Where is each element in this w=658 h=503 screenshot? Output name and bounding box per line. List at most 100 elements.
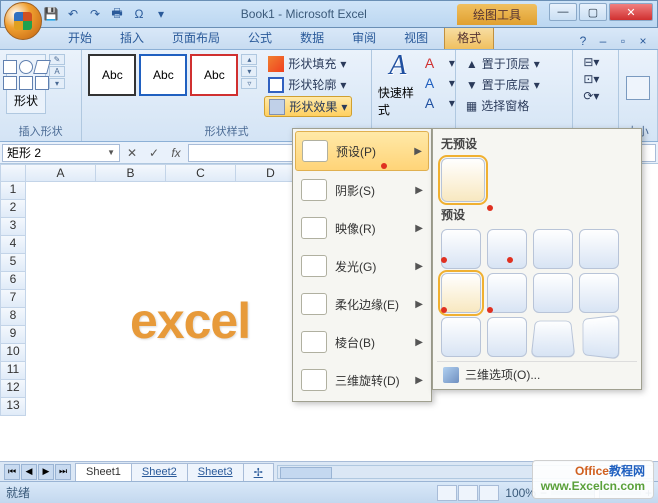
preset-thumb[interactable] xyxy=(487,317,527,357)
close-button[interactable]: ✕ xyxy=(609,3,653,21)
shape-fill-button[interactable]: 形状填充 ▾ xyxy=(264,54,352,73)
tab-insert[interactable]: 插入 xyxy=(108,26,156,49)
gallery-more-icon[interactable]: ▿ xyxy=(241,78,257,89)
watermark-text: excel xyxy=(130,292,250,350)
menu-3d-rotation[interactable]: 三维旋转(D)▶ xyxy=(295,361,429,399)
qat-redo-icon[interactable]: ↷ xyxy=(85,4,105,24)
view-break-icon[interactable] xyxy=(479,485,499,501)
sheet-first-icon[interactable]: ⏮ xyxy=(4,464,20,480)
sheet-tab[interactable]: Sheet3 xyxy=(187,463,244,481)
text-fill-button[interactable]: A▾ xyxy=(421,54,459,72)
shape-effects-button[interactable]: 形状效果 ▾ xyxy=(264,96,352,117)
col-header[interactable]: C xyxy=(166,164,236,182)
row-header[interactable]: 6 xyxy=(0,272,26,290)
maximize-button[interactable]: ▢ xyxy=(579,3,607,21)
selection-pane-button[interactable]: ▦ 选择窗格 xyxy=(462,96,544,115)
menu-glow[interactable]: 发光(G)▶ xyxy=(295,247,429,285)
preset-thumb[interactable] xyxy=(583,315,620,360)
preset-thumb[interactable] xyxy=(533,273,573,313)
view-normal-icon[interactable] xyxy=(437,485,457,501)
preset-more-options[interactable]: 三维选项(O)... xyxy=(437,361,637,387)
preset-thumb[interactable] xyxy=(579,229,619,269)
row-header[interactable]: 3 xyxy=(0,218,26,236)
style-abc-2[interactable]: Abc xyxy=(139,54,187,96)
menu-preset[interactable]: 预设(P)▶ xyxy=(295,131,429,171)
row-header[interactable]: 8 xyxy=(0,308,26,326)
qat-omega-icon[interactable]: Ω xyxy=(129,4,149,24)
row-header[interactable]: 13 xyxy=(0,398,26,416)
shapes-text-icon[interactable]: A xyxy=(49,66,65,77)
menu-soft-edge[interactable]: 柔化边缘(E)▶ xyxy=(295,285,429,323)
menu-shadow[interactable]: 阴影(S)▶ xyxy=(295,171,429,209)
gallery-up-icon[interactable]: ▴ xyxy=(241,54,257,65)
rotate-button[interactable]: ⟳▾ xyxy=(579,88,603,104)
tab-format[interactable]: 格式 xyxy=(444,25,494,49)
sheet-tab[interactable]: Sheet1 xyxy=(75,463,132,481)
sheet-new-icon[interactable]: ✢ xyxy=(243,463,274,481)
qat-undo-icon[interactable]: ↶ xyxy=(63,4,83,24)
shapes-button[interactable]: 形状 xyxy=(6,54,46,114)
quick-style-button[interactable]: A 快速样式 xyxy=(378,54,418,114)
ribbon-help-icon[interactable]: ? xyxy=(574,33,592,49)
sheet-tab[interactable]: Sheet2 xyxy=(131,463,188,481)
minimize-button[interactable]: — xyxy=(549,3,577,21)
tab-formula[interactable]: 公式 xyxy=(236,26,284,49)
preset-none-thumb[interactable] xyxy=(441,158,485,202)
send-back-button[interactable]: ▼ 置于底层 ▾ xyxy=(462,75,544,94)
ribbon-close-icon[interactable]: × xyxy=(634,33,652,49)
menu-reflect[interactable]: 映像(R)▶ xyxy=(295,209,429,247)
office-button[interactable] xyxy=(4,2,42,40)
size-icon[interactable] xyxy=(626,76,650,100)
text-outline-button[interactable]: A▾ xyxy=(421,74,459,92)
preset-thumb[interactable] xyxy=(533,229,573,269)
bring-front-button[interactable]: ▲ 置于顶层 ▾ xyxy=(462,54,544,73)
preset-thumb[interactable] xyxy=(487,273,527,313)
text-effect-button[interactable]: A▾ xyxy=(421,94,459,112)
menu-bevel[interactable]: 棱台(B)▶ xyxy=(295,323,429,361)
fx-cancel-icon[interactable]: ✕ xyxy=(122,144,142,162)
sheet-prev-icon[interactable]: ◀ xyxy=(21,464,37,480)
select-all-corner[interactable] xyxy=(0,164,26,182)
shapes-edit-icon[interactable]: ✎ xyxy=(49,54,65,65)
sheet-next-icon[interactable]: ▶ xyxy=(38,464,54,480)
preset-thumb[interactable] xyxy=(487,229,527,269)
row-header[interactable]: 12 xyxy=(0,380,26,398)
style-abc-1[interactable]: Abc xyxy=(88,54,136,96)
row-header[interactable]: 5 xyxy=(0,254,26,272)
preset-thumb[interactable] xyxy=(441,317,481,357)
fx-ok-icon[interactable]: ✓ xyxy=(144,144,164,162)
col-header[interactable]: A xyxy=(26,164,96,182)
row-header[interactable]: 10 xyxy=(0,344,26,362)
row-header[interactable]: 2 xyxy=(0,200,26,218)
preset-thumb-selected[interactable] xyxy=(441,273,481,313)
qat-print-icon[interactable]: 🖶 xyxy=(107,4,127,24)
col-header[interactable]: B xyxy=(96,164,166,182)
qat-dropdown-icon[interactable]: ▾ xyxy=(151,4,171,24)
name-box[interactable]: 矩形 2▼ xyxy=(2,144,120,162)
row-header[interactable]: 7 xyxy=(0,290,26,308)
tab-home[interactable]: 开始 xyxy=(56,26,104,49)
ribbon-restore-icon[interactable]: ▫ xyxy=(614,33,632,49)
fx-icon[interactable]: fx xyxy=(166,144,186,162)
preset-thumb[interactable] xyxy=(531,321,576,358)
row-header[interactable]: 9 xyxy=(0,326,26,344)
view-layout-icon[interactable] xyxy=(458,485,478,501)
gallery-down-icon[interactable]: ▾ xyxy=(241,66,257,77)
shapes-more-icon[interactable]: ▾ xyxy=(49,78,65,89)
preset-thumb[interactable] xyxy=(441,229,481,269)
tab-layout[interactable]: 页面布局 xyxy=(160,26,232,49)
row-header[interactable]: 4 xyxy=(0,236,26,254)
row-header[interactable]: 1 xyxy=(0,182,26,200)
sheet-last-icon[interactable]: ⏭ xyxy=(55,464,71,480)
shape-outline-button[interactable]: 形状轮廓 ▾ xyxy=(264,75,352,94)
tab-data[interactable]: 数据 xyxy=(288,26,336,49)
preset-thumb[interactable] xyxy=(579,273,619,313)
row-header[interactable]: 11 xyxy=(0,362,26,380)
style-abc-3[interactable]: Abc xyxy=(190,54,238,96)
group-button[interactable]: ⊡▾ xyxy=(579,71,603,87)
tab-view[interactable]: 视图 xyxy=(392,26,440,49)
align-button[interactable]: ⊟▾ xyxy=(579,54,603,70)
ribbon-min-icon[interactable]: – xyxy=(594,33,612,49)
qat-save-icon[interactable]: 💾 xyxy=(41,4,61,24)
tab-review[interactable]: 审阅 xyxy=(340,26,388,49)
